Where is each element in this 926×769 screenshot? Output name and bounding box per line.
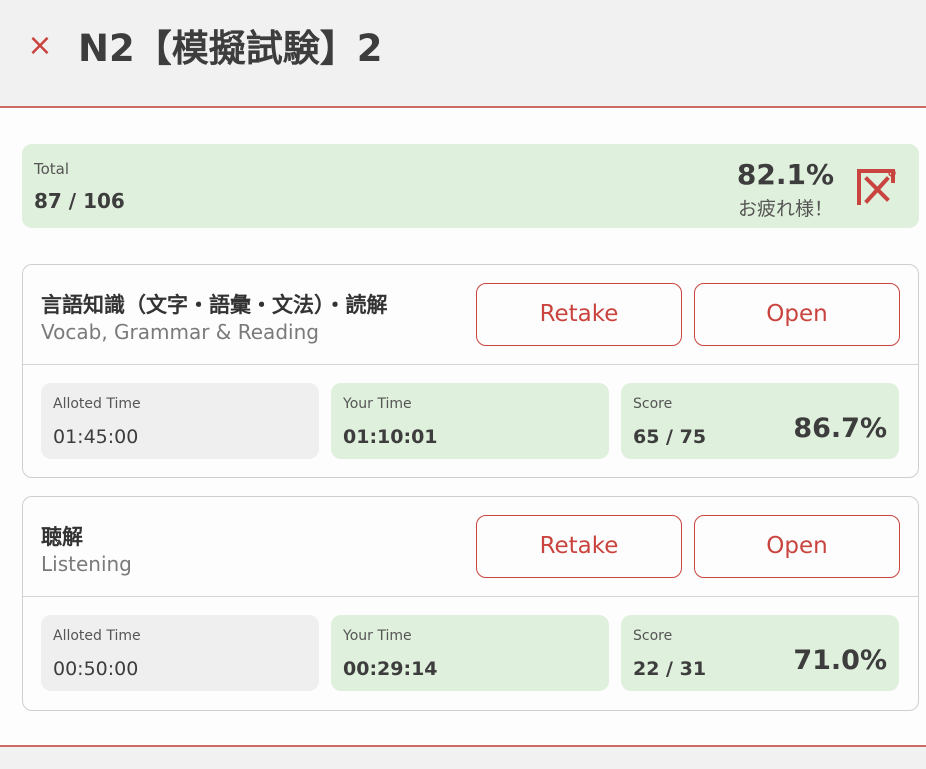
open-button[interactable]: Open <box>694 283 900 346</box>
score-value: 65 / 75 <box>633 426 707 448</box>
total-score: 87 / 106 <box>34 189 125 213</box>
section-title-en: Vocab, Grammar & Reading <box>41 320 319 344</box>
section-listening: 聴解 Listening Retake Open Alloted Time 00… <box>22 496 919 711</box>
score-label: Score <box>633 628 673 644</box>
score-label: Score <box>633 396 673 412</box>
alloted-time-label: Alloted Time <box>53 628 141 644</box>
section-divider <box>23 364 918 365</box>
total-label: Total <box>34 160 70 178</box>
section-title-en: Listening <box>41 552 132 576</box>
your-time-card: Your Time 00:29:14 <box>331 615 609 691</box>
score-percent: 86.7% <box>793 413 887 444</box>
header-bar: × N2【模擬試験】2 <box>0 0 926 108</box>
section-title-jp: 言語知識（文字・語彙・文法）・読解 <box>41 293 388 317</box>
score-value: 22 / 31 <box>633 658 707 680</box>
alloted-time-value: 00:50:00 <box>53 658 139 680</box>
total-summary-card: Total 87 / 106 82.1% お疲れ様！ <box>22 144 919 228</box>
alloted-time-card: Alloted Time 00:50:00 <box>41 615 319 691</box>
score-card: Score 65 / 75 86.7% <box>621 383 899 459</box>
your-time-card: Your Time 01:10:01 <box>331 383 609 459</box>
alloted-time-card: Alloted Time 01:45:00 <box>41 383 319 459</box>
your-time-label: Your Time <box>343 628 412 644</box>
score-percent: 71.0% <box>793 645 887 676</box>
score-card: Score 22 / 31 71.0% <box>621 615 899 691</box>
your-time-value: 00:29:14 <box>343 658 438 680</box>
alloted-time-value: 01:45:00 <box>53 426 139 448</box>
section-vocab-grammar-reading: 言語知識（文字・語彙・文法）・読解 Vocab, Grammar & Readi… <box>22 264 919 478</box>
section-title-jp: 聴解 <box>41 525 83 549</box>
your-time-label: Your Time <box>343 396 412 412</box>
open-button[interactable]: Open <box>694 515 900 578</box>
alloted-time-label: Alloted Time <box>53 396 141 412</box>
retake-button[interactable]: Retake <box>476 283 682 346</box>
close-icon[interactable]: × <box>24 28 56 64</box>
section-divider <box>23 596 918 597</box>
your-time-value: 01:10:01 <box>343 426 438 448</box>
total-message: お疲れ様！ <box>737 198 833 220</box>
retake-button[interactable]: Retake <box>476 515 682 578</box>
page-title: N2【模擬試験】2 <box>78 27 383 70</box>
footer-bar <box>0 745 926 769</box>
stamp-icon <box>857 169 896 205</box>
total-percent: 82.1% <box>736 158 834 191</box>
